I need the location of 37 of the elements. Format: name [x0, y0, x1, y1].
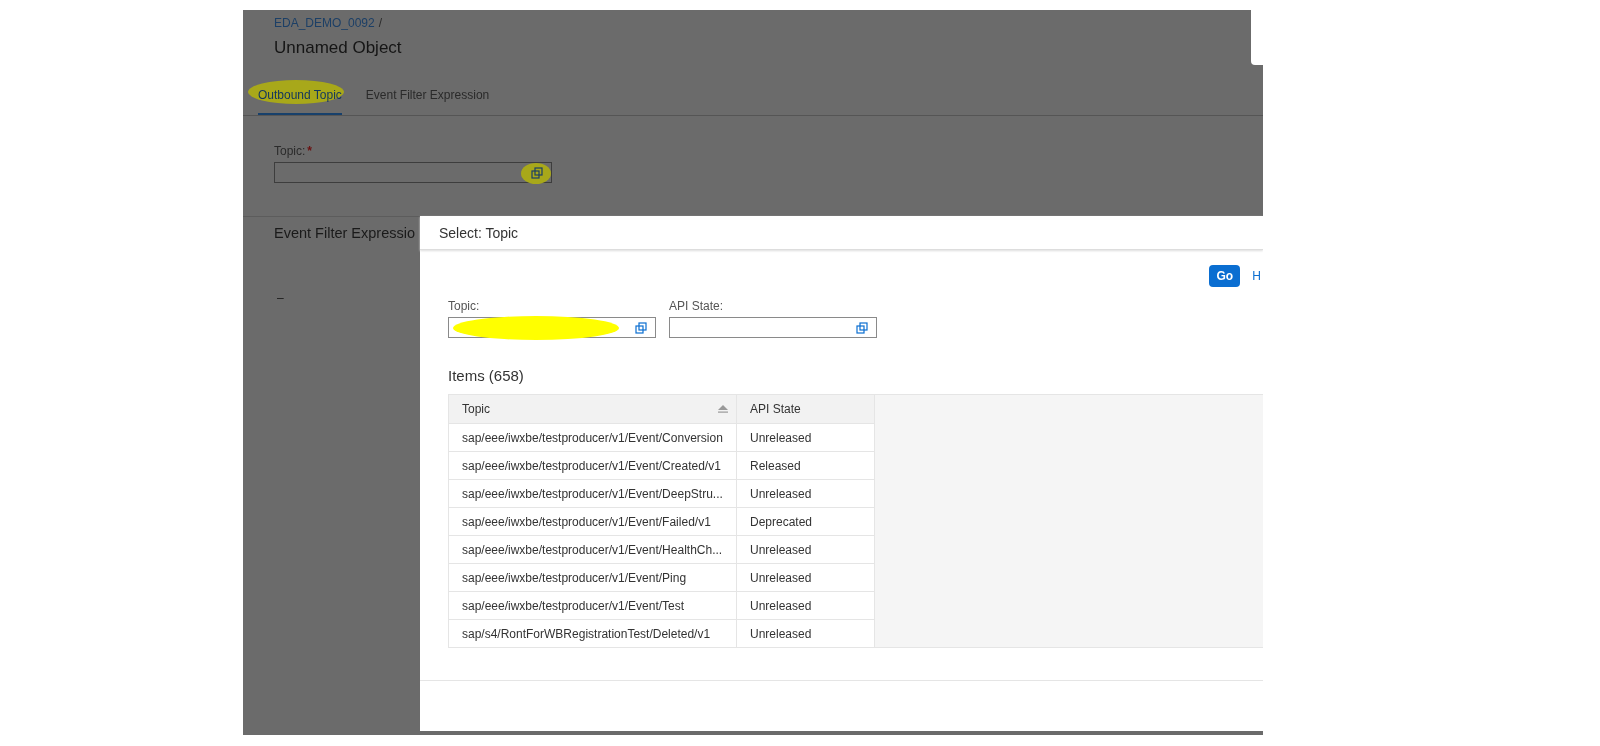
table-cell: sap/eee/iwxbe/testproducer/v1/Event/Created/v1 [449, 452, 737, 480]
input-field[interactable] [669, 317, 877, 338]
object-title: Unnamed Object [274, 38, 403, 58]
value-help-icon[interactable] [856, 321, 868, 334]
value-help-icon[interactable] [635, 321, 647, 334]
input-field[interactable] [274, 162, 552, 183]
items-title: Items (658) [448, 367, 525, 384]
table-cell: Unreleased [737, 592, 875, 620]
breadcrumb-separator: / [378, 16, 383, 30]
field-label: API State: [669, 299, 725, 313]
table-cell: sap/eee/iwxbe/testproducer/v1/Event/HealthCh... [449, 536, 737, 564]
table-cell: sap/eee/iwxbe/testproducer/v1/Event/Test [449, 592, 737, 620]
field-label: Topic: * [274, 144, 314, 158]
table-cell: Deprecated [737, 508, 875, 536]
table-cell: sap/eee/iwxbe/testproducer/v1/Event/Ping [449, 564, 737, 592]
table-cell: sap/eee/iwxbe/testproducer/v1/Event/Failed/v1 [449, 508, 737, 536]
table-cell: Unreleased [737, 620, 875, 648]
field-label: Topic: [448, 299, 481, 313]
table-cell: Unreleased [737, 480, 875, 508]
table-cell: sap/s4/RontForWBRegistrationTest/Deleted/v1 [449, 620, 737, 648]
section-title: Event Filter Expressio [274, 225, 416, 241]
section-value: – [276, 291, 285, 305]
table-cell: sap/eee/iwxbe/testproducer/v1/Event/DeepStru... [449, 480, 737, 508]
input-field[interactable] [448, 317, 656, 338]
table-cell: Released [737, 452, 875, 480]
table-cell: sap/eee/iwxbe/testproducer/v1/Event/Conversion [449, 424, 737, 452]
tab[interactable]: Event Filter Expression [365, 86, 490, 115]
table-cell: Unreleased [737, 536, 875, 564]
column-header[interactable]: Topic [449, 395, 737, 424]
value-help-icon[interactable] [531, 166, 543, 179]
table-cell: Unreleased [737, 424, 875, 452]
table-cell: Unreleased [737, 564, 875, 592]
hide-filter-link[interactable]: H [1252, 269, 1261, 283]
tab[interactable]: Outbound Topic [258, 86, 342, 115]
column-header[interactable]: API State [737, 395, 875, 424]
go-button[interactable]: Go [1209, 265, 1241, 287]
dialog-title: Select: Topic [420, 216, 1263, 250]
